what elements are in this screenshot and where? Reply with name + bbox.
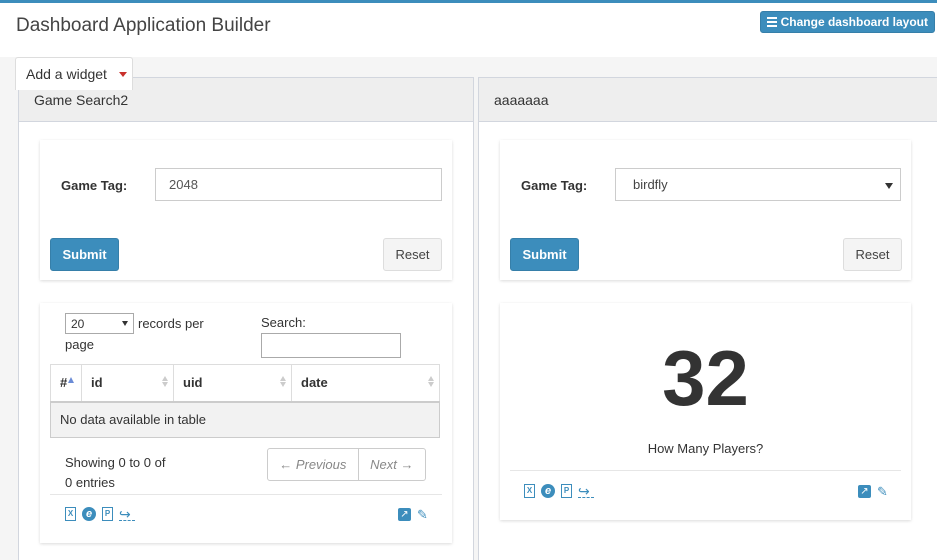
metric-caption: How Many Players? (647, 441, 764, 456)
pdf-export-icon[interactable]: P (102, 507, 113, 521)
page-title: Dashboard Application Builder (16, 15, 271, 36)
column-label: uid (183, 375, 203, 391)
game-tag-select[interactable]: birdfly (615, 168, 901, 201)
sort-icon (280, 376, 286, 387)
column-label: # (60, 375, 68, 391)
expand-icon[interactable]: ↗ (398, 508, 411, 521)
column-header-id[interactable]: id (81, 364, 174, 403)
excel-export-icon[interactable]: X (524, 484, 535, 498)
submit-button[interactable]: Submit (510, 238, 579, 271)
table-card: 20 records per page Search: # id uid dat… (40, 303, 452, 543)
game-tag-label: Game Tag: (521, 178, 588, 193)
column-label: date (301, 375, 328, 391)
widget-body: Game Tag: 2048 Submit Reset 20 records p… (19, 122, 473, 560)
form-card: Game Tag: birdfly Submit Reset (500, 140, 911, 280)
export-icons: X e P ↪ (524, 484, 594, 498)
pdf-export-icon[interactable]: P (561, 484, 572, 498)
reset-button[interactable]: Reset (843, 238, 902, 271)
widget-header[interactable]: aaaaaaa (479, 78, 937, 122)
share-icon[interactable]: ↪ (119, 507, 135, 521)
add-widget-label: Add a widget (26, 66, 107, 82)
expand-icon[interactable]: ↗ (858, 485, 871, 498)
submit-button[interactable]: Submit (50, 238, 119, 271)
page-label: page (65, 337, 94, 352)
search-label: Search: (261, 315, 306, 330)
widget-action-icons: ↗ ✎ (858, 485, 891, 498)
widget-body: Game Tag: birdfly Submit Reset 32 How Ma… (479, 122, 937, 560)
sort-icon (428, 376, 434, 387)
change-layout-button[interactable]: Change dashboard layout (759, 11, 935, 33)
data-table: # id uid date No data available in table (50, 364, 440, 438)
page-size-value: 20 (71, 316, 85, 331)
column-label: id (91, 375, 103, 391)
caret-down-icon (118, 71, 127, 77)
widget-title: Game Search2 (34, 91, 129, 108)
sort-ascending-icon (68, 377, 75, 384)
excel-export-icon[interactable]: X (65, 507, 76, 521)
empty-message: No data available in table (50, 401, 440, 438)
column-header-date[interactable]: date (291, 364, 440, 403)
game-tag-input[interactable]: 2048 (155, 168, 442, 201)
change-layout-label: Change dashboard layout (780, 15, 928, 29)
share-icon[interactable]: ↪ (578, 484, 594, 498)
table-info-line1: Showing 0 to 0 of (65, 455, 166, 470)
table-info-line2: 0 entries (65, 475, 115, 490)
form-card: Game Tag: 2048 Submit Reset (40, 140, 452, 280)
ie-export-icon[interactable]: e (541, 484, 555, 498)
export-icons: X e P ↪ (65, 507, 135, 521)
previous-page-button[interactable]: ← Previous (268, 449, 359, 480)
game-tag-select-value: birdfly (633, 177, 668, 192)
widget-action-icons: ↗ ✎ (398, 508, 431, 521)
top-border (0, 0, 937, 3)
game-tag-label: Game Tag: (61, 178, 128, 193)
records-per-label: records per (138, 316, 204, 331)
edit-icon[interactable]: ✎ (877, 485, 891, 498)
column-header-uid[interactable]: uid (173, 364, 292, 403)
pagination: ← Previous Next → (267, 448, 426, 481)
widget-title: aaaaaaa (494, 91, 549, 108)
widget-game-search2: Game Search2 Game Tag: 2048 Submit Reset… (18, 77, 474, 560)
metric-card: 32 How Many Players? X e P ↪ ↗ ✎ (500, 303, 911, 520)
ie-export-icon[interactable]: e (82, 507, 96, 521)
next-page-button[interactable]: Next → (359, 449, 425, 480)
add-widget-dropdown[interactable]: Add a widget (15, 57, 133, 90)
edit-icon[interactable]: ✎ (417, 508, 431, 521)
footer-divider (510, 470, 901, 471)
widget-aaaaaaa: aaaaaaa Game Tag: birdfly Submit Reset 3… (478, 77, 937, 560)
chevron-down-icon (885, 183, 893, 189)
reset-button[interactable]: Reset (383, 238, 442, 271)
page-size-select[interactable]: 20 (65, 313, 134, 334)
column-header-index[interactable]: # (50, 364, 82, 403)
chevron-down-icon (122, 321, 128, 326)
footer-divider (50, 494, 442, 495)
sort-icon (162, 376, 168, 387)
hamburger-icon (766, 17, 777, 27)
search-input[interactable] (261, 333, 401, 358)
metric-value: 32 (662, 334, 749, 422)
table-row: No data available in table (50, 401, 440, 438)
